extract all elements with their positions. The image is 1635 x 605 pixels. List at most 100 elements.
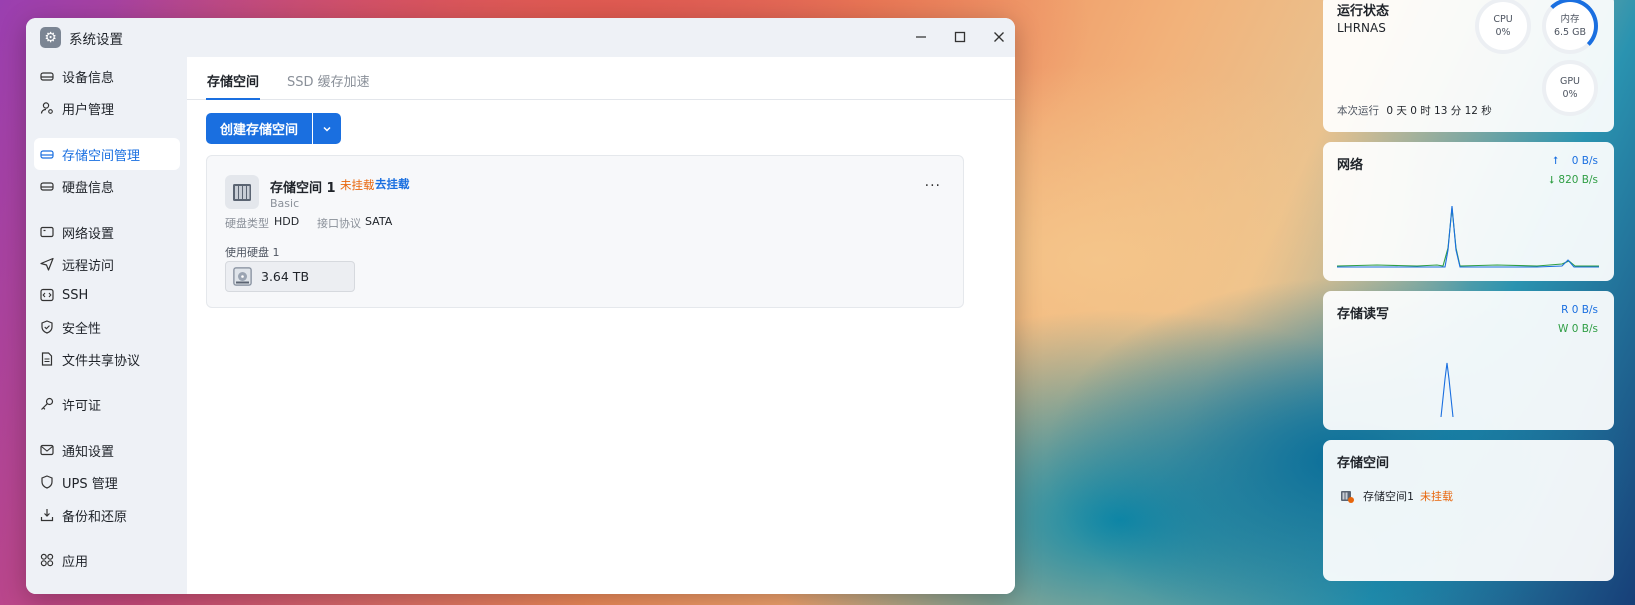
memory-label: 内存 bbox=[1560, 13, 1580, 25]
gpu-gauge: GPU 0% bbox=[1542, 60, 1598, 116]
raid-level: Basic bbox=[270, 197, 300, 210]
code-icon bbox=[40, 288, 54, 302]
nas-device-icon bbox=[225, 175, 259, 209]
sidebar-item-label: 网络设置 bbox=[62, 226, 115, 242]
gear-icon: ⚙ bbox=[40, 27, 61, 48]
storage-widget-pool-name: 存储空间1 bbox=[1363, 490, 1414, 503]
gpu-value: 0% bbox=[1562, 88, 1578, 100]
storage-icon bbox=[40, 150, 54, 159]
sidebar-item-label: 硬盘信息 bbox=[62, 180, 115, 196]
sidebar-item-label: 安全性 bbox=[62, 321, 102, 337]
storage-widget[interactable]: 存储空间 存储空间1 未挂载 bbox=[1323, 440, 1614, 581]
sidebar-item-label: 备份和还原 bbox=[62, 509, 128, 525]
sidebar-item-ups-management[interactable]: UPS 管理 bbox=[34, 466, 180, 498]
active-tab-indicator bbox=[206, 98, 260, 100]
sidebar-item-label: 存储空间管理 bbox=[62, 148, 141, 164]
upload-value: 0 B/s bbox=[1571, 155, 1598, 167]
sidebar-item-label: 通知设置 bbox=[62, 444, 115, 460]
shield-icon bbox=[41, 320, 53, 334]
download-value: 820 B/s bbox=[1558, 174, 1598, 186]
sidebar-item-label: UPS 管理 bbox=[62, 476, 118, 492]
create-dropdown-button[interactable] bbox=[313, 113, 342, 144]
ups-shield-icon bbox=[41, 475, 53, 489]
interface-label: 接口协议 bbox=[317, 217, 361, 230]
sidebar-item-file-sharing[interactable]: 文件共享协议 bbox=[34, 343, 180, 375]
cpu-gauge: CPU 0% bbox=[1475, 0, 1531, 54]
sidebar-item-label: 用户管理 bbox=[62, 102, 115, 118]
uptime-value: 0 天 0 时 13 分 12 秒 bbox=[1386, 105, 1492, 117]
status-widget-title: 运行状态 bbox=[1337, 4, 1390, 19]
memory-value: 6.5 GB bbox=[1553, 26, 1586, 38]
create-storage-button[interactable]: 创建存储空间 bbox=[206, 113, 313, 144]
download-arrow-icon: ⭣ bbox=[1549, 174, 1555, 186]
storage-widget-pool-row[interactable]: 存储空间1 未挂载 bbox=[1339, 488, 1453, 504]
disk-io-chart bbox=[1440, 362, 1454, 418]
maximize-button[interactable] bbox=[947, 25, 973, 49]
hdd-icon bbox=[233, 267, 252, 286]
hostname: LHRNAS bbox=[1337, 21, 1386, 35]
uptime-prefix: 本次运行 bbox=[1337, 105, 1379, 117]
tab-ssd-cache[interactable]: SSD 缓存加速 bbox=[287, 71, 370, 90]
minimize-icon bbox=[916, 36, 926, 38]
sidebar-item-backup-restore[interactable]: 备份和还原 bbox=[34, 499, 180, 531]
minimize-button[interactable] bbox=[908, 25, 934, 49]
sidebar-item-license[interactable]: 许可证 bbox=[34, 388, 180, 420]
pool-name: 存储空间 1 bbox=[270, 181, 336, 196]
window-title: 系统设置 bbox=[69, 32, 123, 48]
storage-pool-card[interactable]: 存储空间 1 未挂载 去挂载 Basic ··· 硬盘类型 HDD 接口协议 S… bbox=[206, 155, 964, 308]
sidebar-item-security[interactable]: 安全性 bbox=[34, 311, 180, 343]
sidebar-item-notification-settings[interactable]: 通知设置 bbox=[34, 434, 180, 466]
mount-link[interactable]: 去挂载 bbox=[375, 176, 410, 192]
disk-size: 3.64 TB bbox=[261, 269, 310, 284]
cpu-label: CPU bbox=[1493, 13, 1513, 25]
disk-icon bbox=[40, 182, 54, 191]
sidebar-item-label: 设备信息 bbox=[62, 70, 115, 86]
disk-io-widget[interactable]: 存储读写 R 0 B/s W 0 B/s bbox=[1323, 291, 1614, 430]
sidebar-item-user-management[interactable]: 用户管理 bbox=[34, 92, 180, 124]
network-traffic-chart bbox=[1337, 205, 1599, 268]
settings-window: ⚙ 系统设置 设备信息 用户管理 存储空间管理 硬盘信息 网络设置 远程访问 S… bbox=[26, 18, 1015, 594]
disk-type-label: 硬盘类型 bbox=[225, 217, 269, 230]
sidebar-item-ssh[interactable]: SSH bbox=[34, 279, 180, 311]
sidebar-item-remote-access[interactable]: 远程访问 bbox=[34, 248, 180, 280]
close-button[interactable] bbox=[986, 25, 1012, 49]
title-bar[interactable]: ⚙ 系统设置 bbox=[26, 18, 1015, 57]
chevron-down-icon bbox=[323, 126, 331, 132]
create-button-group: 创建存储空间 bbox=[206, 113, 342, 144]
main-content: 存储空间 SSD 缓存加速 创建存储空间 存储空间 1 未挂载 去挂载 Basi… bbox=[187, 57, 1015, 594]
sidebar-item-disk-info[interactable]: 硬盘信息 bbox=[34, 170, 180, 202]
network-icon bbox=[40, 226, 54, 238]
network-widget-title: 网络 bbox=[1337, 158, 1364, 173]
interface-value: SATA bbox=[365, 215, 393, 228]
device-icon bbox=[40, 72, 54, 81]
tab-bar: 存储空间 SSD 缓存加速 bbox=[187, 57, 1015, 100]
more-options-button[interactable]: ··· bbox=[925, 178, 941, 194]
upload-rate: ⭡ 0 B/s bbox=[1553, 155, 1598, 168]
storage-widget-title: 存储空间 bbox=[1337, 456, 1390, 471]
storage-widget-pool-status: 未挂载 bbox=[1420, 490, 1453, 503]
disk-io-widget-title: 存储读写 bbox=[1337, 307, 1390, 322]
sidebar-item-apps[interactable]: 应用 bbox=[34, 544, 180, 576]
sidebar: 设备信息 用户管理 存储空间管理 硬盘信息 网络设置 远程访问 SSH 安全性 bbox=[26, 57, 187, 594]
tab-storage-space[interactable]: 存储空间 bbox=[207, 71, 259, 90]
apps-icon bbox=[40, 553, 54, 567]
sidebar-item-label: 文件共享协议 bbox=[62, 353, 141, 369]
read-rate: R 0 B/s bbox=[1561, 304, 1598, 316]
sidebar-item-label: 许可证 bbox=[62, 398, 102, 414]
sidebar-item-device-info[interactable]: 设备信息 bbox=[34, 60, 180, 92]
sidebar-item-label: 远程访问 bbox=[62, 258, 115, 274]
sidebar-item-storage-management[interactable]: 存储空间管理 bbox=[34, 138, 180, 170]
cpu-value: 0% bbox=[1495, 26, 1511, 38]
sidebar-item-label: 应用 bbox=[62, 554, 89, 570]
sidebar-item-network-settings[interactable]: 网络设置 bbox=[34, 216, 180, 248]
write-rate: W 0 B/s bbox=[1558, 323, 1598, 335]
file-icon bbox=[41, 352, 53, 366]
pool-status-badge: 未挂载 bbox=[340, 178, 375, 192]
network-widget[interactable]: 网络 ⭡ 0 B/s ⭣ 820 B/s bbox=[1323, 142, 1614, 281]
maximize-icon bbox=[954, 31, 966, 43]
disk-chip[interactable]: 3.64 TB bbox=[225, 261, 355, 292]
disk-type-value: HDD bbox=[274, 215, 300, 228]
gpu-label: GPU bbox=[1559, 75, 1581, 87]
upload-arrow-icon: ⭡ bbox=[1552, 155, 1558, 167]
status-widget[interactable]: 运行状态 LHRNAS CPU 0% 内存 6.5 GB GPU 0% 本次运行… bbox=[1323, 0, 1614, 132]
